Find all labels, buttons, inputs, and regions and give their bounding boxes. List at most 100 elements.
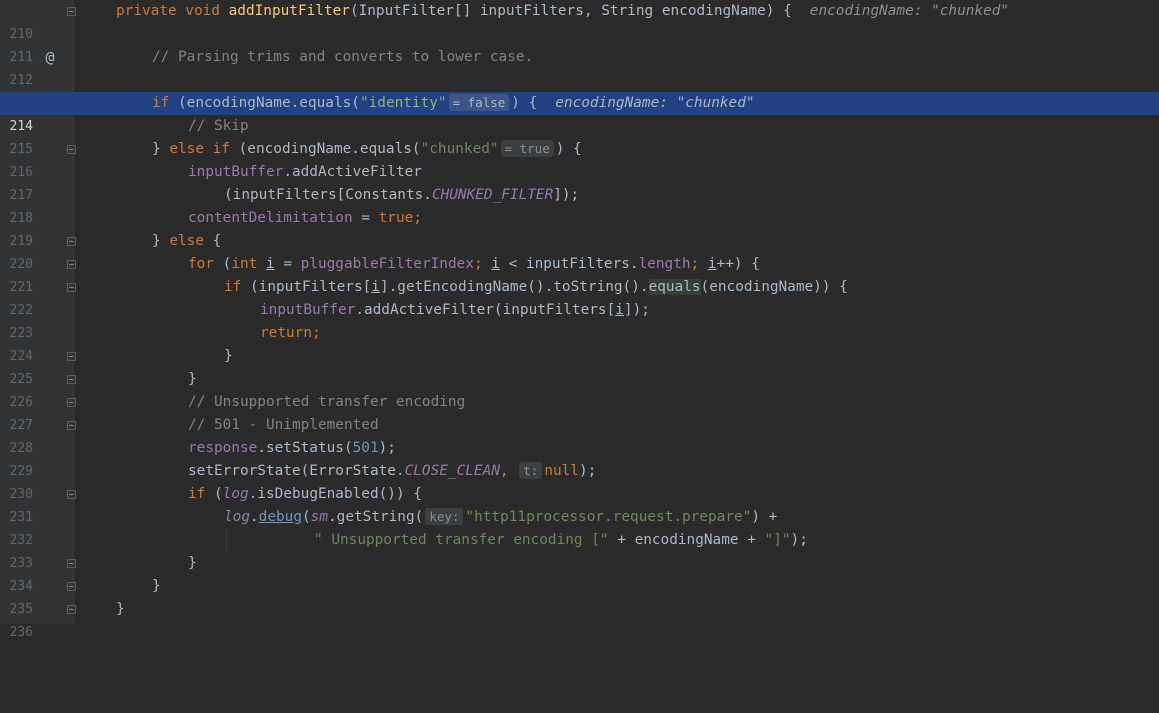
code-line[interactable]: 232 log.debug(sm.getString(key: "http11pr… (0, 506, 1159, 548)
fold-icon[interactable] (67, 490, 76, 499)
code-line[interactable]: 213 (0, 69, 1159, 111)
keyword: if (188, 486, 214, 502)
code-text: // Unsupported transfer encoding (188, 391, 465, 414)
code-token: = (274, 256, 301, 272)
method-link[interactable]: debug (259, 509, 302, 525)
fold-icon[interactable] (67, 237, 76, 246)
method-signature: (InputFilter[] inputFilters, String enco… (349, 3, 792, 19)
code-line[interactable]: 219 contentDelimitation = true; (0, 207, 1159, 249)
fold-icon[interactable] (67, 7, 76, 16)
code-token: ( (302, 509, 311, 525)
code-line[interactable]: 215 // Skip (0, 115, 1159, 157)
code-editor[interactable]: 210 @ private void addInputFilter(InputF… (0, 0, 1159, 640)
field: pluggableFilterIndex (300, 256, 474, 272)
code-token: ); (378, 440, 396, 456)
code-line[interactable]: 221 for (int i = pluggableFilterIndex; i… (0, 253, 1159, 295)
code-text: // Parsing trims and converts to lower c… (152, 46, 533, 69)
field: inputBuffer (188, 164, 284, 180)
comment: // Unsupported transfer encoding (188, 394, 466, 410)
field: inputBuffer (260, 302, 356, 318)
debug-inlay-value: encodingName: "chunked" (555, 95, 755, 111)
code-token: (encodingName.equals( (238, 141, 421, 157)
code-token: ].getEncodingName().toString(). (379, 279, 649, 295)
code-text: } (188, 368, 197, 391)
code-token: } (152, 578, 161, 594)
code-token: (inputFilters[ (250, 279, 372, 295)
code-line[interactable]: 220 } else { (0, 230, 1159, 272)
method-name: addInputFilter (228, 3, 350, 19)
code-line[interactable]: 226 } (0, 368, 1159, 410)
code-token: ; (413, 210, 422, 226)
parameter-hint: key: (425, 508, 464, 525)
fold-icon[interactable] (67, 421, 76, 430)
code-line[interactable]: 212 // Parsing trims and converts to low… (0, 46, 1159, 88)
field: length (638, 256, 691, 272)
code-line[interactable]: 217 inputBuffer.addActiveFilter (0, 161, 1159, 203)
code-token: } (116, 601, 125, 617)
fold-icon[interactable] (67, 145, 76, 154)
fold-icon[interactable] (67, 605, 76, 614)
code-text: if (inputFilters[i].getEncodingName().to… (224, 276, 848, 299)
line-number: 236 (9, 625, 33, 640)
code-line[interactable]: 218 (inputFilters[Constants.CHUNKED_FILT… (0, 184, 1159, 226)
code-token: , (499, 463, 518, 479)
static-field: log (222, 486, 249, 502)
code-line[interactable]: 236 } (0, 598, 1159, 640)
fold-icon[interactable] (67, 352, 76, 361)
field: response (188, 440, 258, 456)
code-line[interactable]: 211 (0, 23, 1159, 65)
string-literal: "chunked" (420, 141, 499, 157)
code-line[interactable]: 231 if (log.isDebugEnabled()) { (0, 483, 1159, 525)
fold-icon[interactable] (67, 582, 76, 591)
code-text: } else if (encodingName.equals("chunked"… (152, 138, 582, 161)
code-token: .isDebugEnabled()) { (248, 486, 422, 502)
code-line[interactable]: 228 // 501 - Unimplemented (0, 414, 1159, 456)
code-line[interactable]: 227 // Unsupported transfer encoding (0, 391, 1159, 433)
code-line[interactable]: 210 @ private void addInputFilter(InputF… (0, 0, 1159, 66)
code-token: { (203, 233, 222, 249)
string-literal: "identity" (359, 95, 447, 111)
code-line[interactable]: 225 } (0, 345, 1159, 387)
code-line[interactable]: 234 } (0, 552, 1159, 594)
code-line[interactable]: 216 } else if (encodingName.equals("chun… (0, 138, 1159, 180)
keyword: for (188, 256, 223, 272)
code-token: (inputFilters[Constants. (224, 187, 432, 203)
code-token: ) + (751, 509, 778, 525)
keyword: private void (116, 3, 229, 19)
field: contentDelimitation (188, 210, 353, 226)
code-text: } (224, 345, 233, 368)
code-text: contentDelimitation = true; (188, 207, 422, 230)
code-token: setErrorState(ErrorState. (188, 463, 405, 479)
code-line[interactable]: 224 return; (0, 322, 1159, 364)
code-token: } (152, 233, 170, 249)
keyword: int (231, 256, 266, 272)
code-text: log.debug(sm.getString(key: "http11proces… (224, 506, 777, 529)
code-line[interactable]: 230 setErrorState(ErrorState.CLOSE_CLEAN… (0, 460, 1159, 502)
code-token: ); (578, 463, 597, 479)
code-token: .addActiveFilter(inputFilters[ (355, 302, 616, 318)
fold-icon[interactable] (67, 398, 76, 407)
code-line[interactable]: 235 } (0, 575, 1159, 617)
fold-icon[interactable] (67, 559, 76, 568)
code-token: (encodingName.equals( (178, 95, 360, 111)
string-literal: "http11processor.request.prepare" (465, 509, 752, 525)
code-text: if (encodingName.equals("identity" = fals… (152, 92, 755, 115)
keyword: null (544, 463, 579, 479)
code-line[interactable]: 233 " Unsupported transfer encoding [" +… (0, 529, 1159, 571)
code-token: ]); (553, 187, 580, 203)
fold-icon[interactable] (67, 375, 76, 384)
code-line[interactable]: 223 inputBuffer.addActiveFilter(inputFil… (0, 299, 1159, 341)
loop-variable: i (265, 256, 275, 272)
code-token: .addActiveFilter (283, 164, 422, 180)
code-token: (encodingName)) { (700, 279, 848, 295)
current-execution-line[interactable]: 214 if (encodingName.equals("identity" = … (0, 92, 1159, 134)
fold-icon[interactable] (67, 260, 76, 269)
code-line[interactable]: 229 response.setStatus(501); (0, 437, 1159, 479)
fold-icon[interactable] (67, 283, 76, 292)
code-token: ) { (511, 95, 538, 111)
code-text: } (152, 575, 161, 598)
code-text: // Skip (188, 115, 249, 138)
code-text: setErrorState(ErrorState.CLOSE_CLEAN, t:… (188, 460, 596, 483)
code-line[interactable]: 222 if (inputFilters[i].getEncodingName(… (0, 276, 1159, 318)
code-token: ) { (555, 141, 582, 157)
